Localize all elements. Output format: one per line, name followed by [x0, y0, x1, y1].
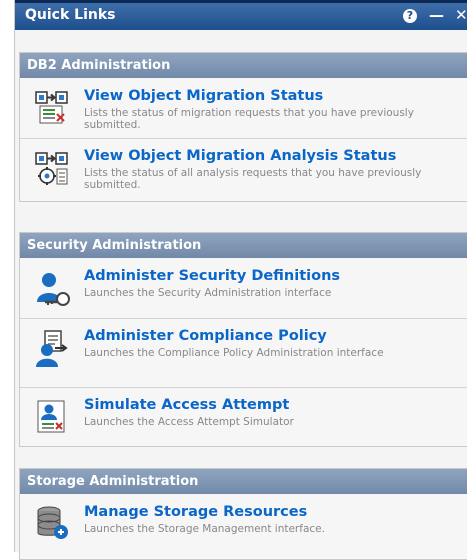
- access-simulator-icon: [37, 400, 65, 433]
- link-title[interactable]: View Object Migration Analysis Status: [84, 148, 396, 164]
- close-icon[interactable]: ✕: [455, 6, 467, 24]
- quick-links-panel: Quick Links ? — ✕ DB2 Administration Vie…: [14, 0, 467, 560]
- section-heading: DB2 Administration: [20, 53, 467, 78]
- user-policy-icon: [36, 330, 68, 367]
- link-description: Lists the status of migration requests t…: [84, 107, 414, 131]
- quick-link-simulate-access-attempt[interactable]: Simulate Access Attempt Launches the Acc…: [20, 388, 467, 446]
- migration-analysis-icon: [35, 152, 68, 185]
- section-storage-administration: Storage Administration Manage Storage Re…: [19, 468, 467, 560]
- section-security-administration: Security Administration Administer Secur…: [19, 232, 467, 447]
- link-title[interactable]: View Object Migration Status: [84, 88, 323, 104]
- user-key-icon: [37, 273, 70, 306]
- quick-link-administer-compliance-policy[interactable]: Administer Compliance Policy Launches th…: [20, 319, 467, 388]
- link-description: Launches the Compliance Policy Administr…: [84, 347, 384, 359]
- quick-link-administer-security-definitions[interactable]: Administer Security Definitions Launches…: [20, 258, 467, 319]
- storage-database-icon: [37, 506, 68, 539]
- link-description: Launches the Security Administration int…: [84, 287, 332, 299]
- migration-status-icon: [35, 91, 68, 124]
- minimize-icon[interactable]: —: [429, 6, 444, 24]
- link-title[interactable]: Administer Compliance Policy: [84, 328, 327, 344]
- link-title[interactable]: Manage Storage Resources: [84, 504, 307, 520]
- quick-link-view-object-migration-analysis-status[interactable]: View Object Migration Analysis Status Li…: [20, 139, 467, 201]
- panel-titlebar: Quick Links ? — ✕: [15, 0, 467, 30]
- section-heading: Storage Administration: [20, 469, 467, 494]
- section-heading: Security Administration: [20, 233, 467, 258]
- section-db2-administration: DB2 Administration View Object Migration…: [19, 52, 467, 202]
- help-icon[interactable]: ?: [403, 9, 417, 23]
- quick-link-manage-storage-resources[interactable]: Manage Storage Resources Launches the St…: [20, 494, 467, 554]
- link-title[interactable]: Administer Security Definitions: [84, 268, 340, 284]
- link-description: Launches the Access Attempt Simulator: [84, 416, 294, 428]
- link-description: Launches the Storage Management interfac…: [84, 523, 325, 535]
- link-title[interactable]: Simulate Access Attempt: [84, 397, 289, 413]
- quick-link-view-object-migration-status[interactable]: View Object Migration Status Lists the s…: [20, 78, 467, 139]
- panel-title: Quick Links: [25, 7, 116, 23]
- link-description: Lists the status of all analysis request…: [84, 167, 422, 191]
